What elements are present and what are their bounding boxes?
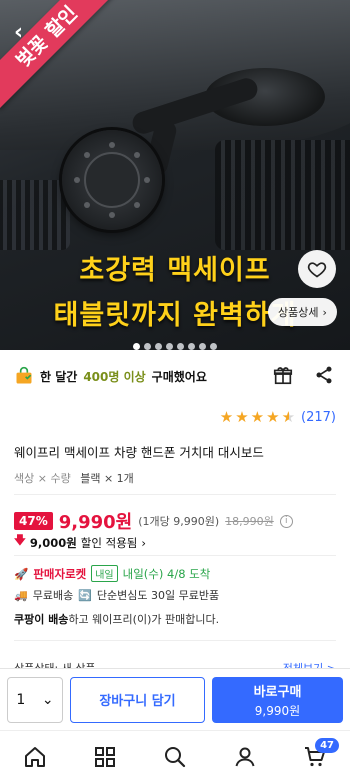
star-icon: ★ (219, 408, 234, 426)
product-title: 웨이프리 맥세이프 차량 핸드폰 거치대 대시보드 (14, 445, 264, 460)
delivery-row: 🚀 판매자로켓 내일 내일(수) 4/8 도착 (14, 565, 210, 582)
seller-rocket-label: 판매자로켓 (33, 566, 87, 581)
rating-summary[interactable]: ★ ★ ★ ★ ★ (217) (220, 408, 336, 426)
info-icon[interactable]: i (279, 514, 293, 528)
quantity-value: 1 (16, 691, 26, 708)
quantity-select[interactable]: 1 ⌄ (7, 676, 63, 723)
share-icon (316, 366, 332, 384)
carousel-dot[interactable] (155, 343, 162, 350)
unit-price: (1개당 9,990원) (138, 515, 220, 528)
buyers-prefix: 한 달간 (40, 369, 78, 384)
selected-option[interactable]: 색상 × 수량 블랙 × 1개 (14, 470, 134, 486)
buyers-count: 400명 이상 (83, 369, 146, 384)
divider (14, 494, 336, 495)
discount-text: 할인 적용됨 (80, 535, 138, 550)
original-price: 18,990원 (225, 515, 274, 528)
nav-search[interactable] (155, 737, 195, 777)
carousel-dot[interactable] (210, 343, 217, 350)
chevron-right-icon: › (141, 535, 146, 550)
buy-now-price: 9,990원 (254, 703, 301, 718)
option-value: 블랙 × 1개 (80, 472, 134, 485)
price-row: 47% 9,990원 (1개당 9,990원) 18,990원 i (14, 508, 293, 534)
star-icon: ★ (235, 408, 249, 426)
product-page: 초강력 맥세이프 태블릿까지 완벽하게 벚꽃 할인 ‹ 상품상세 › 한 달간 … (0, 0, 350, 782)
mount-center-graphic (84, 152, 140, 208)
buy-now-label: 바로구매 (253, 684, 302, 700)
gift-share-button[interactable] (272, 364, 294, 390)
home-icon (25, 746, 45, 767)
down-arrow-icon: 🡇 (14, 533, 26, 547)
air-vent-graphic (0, 180, 70, 250)
truck-icon: 🚚 (14, 588, 28, 602)
star-icon: ★ (266, 408, 280, 426)
purchase-action-bar: 1 ⌄ 장바구니 담기 바로구매 9,990원 (0, 668, 350, 730)
buyers-suffix: 구매했어요 (151, 369, 207, 384)
bottom-navigation: 47 (0, 730, 350, 782)
carousel-dot[interactable] (133, 343, 140, 350)
discount-detail-row[interactable]: 🡇 9,000원 할인 적용됨 › (14, 533, 146, 552)
review-count[interactable]: (217) (301, 410, 336, 425)
wishlist-heart-button[interactable] (298, 250, 336, 288)
divider (14, 640, 336, 641)
product-image-carousel[interactable]: 초강력 맥세이프 태블릿까지 완벽하게 벚꽃 할인 ‹ 상품상세 › (0, 0, 350, 350)
nav-cart[interactable]: 47 (295, 737, 339, 777)
arrival-date: 내일(수) 4/8 도착 (122, 566, 211, 581)
half-star-icon: ★ (281, 408, 296, 426)
carousel-dots (0, 335, 350, 350)
search-icon (165, 746, 186, 767)
back-chevron-icon[interactable]: ‹ (14, 20, 23, 45)
free-shipping: 무료배송 (32, 589, 74, 602)
cart-count-badge: 47 (315, 737, 339, 753)
star-icon: ★ (250, 408, 265, 426)
magsafe-mount-graphic (62, 130, 162, 230)
carousel-dot[interactable] (188, 343, 195, 350)
sale-price: 9,990원 (58, 512, 133, 533)
share-button[interactable] (314, 364, 334, 390)
shipping-row: 🚚 무료배송 🔄 단순변심도 30일 무료반품 (14, 587, 219, 603)
tomorrow-badge: 내일 (91, 565, 118, 582)
nav-home[interactable] (15, 737, 55, 777)
seller-info: 쿠팡이 배송하고 웨이프리(이)가 판매합니다. (14, 611, 219, 627)
add-to-cart-button[interactable]: 장바구니 담기 (70, 676, 205, 723)
gift-icon (273, 367, 293, 385)
divider (14, 555, 336, 556)
discount-amount: 9,000원 (29, 535, 77, 550)
rocket-icon: 🚀 (14, 566, 29, 581)
seller-bold: 쿠팡이 배송 (14, 613, 69, 626)
carousel-dot[interactable] (144, 343, 151, 350)
return-icon: 🔄 (78, 588, 92, 602)
chevron-right-icon: › (322, 305, 327, 319)
nav-my-account[interactable] (225, 737, 265, 777)
discount-badge: 47% (14, 512, 53, 530)
seller-rest: 하고 웨이프리(이)가 판매합니다. (68, 613, 220, 626)
grid-icon (95, 746, 115, 767)
nav-categories[interactable] (85, 737, 125, 777)
product-detail-button[interactable]: 상품상세 › (268, 298, 337, 326)
product-detail-label: 상품상세 (278, 306, 319, 319)
air-vent-graphic (215, 140, 350, 250)
shopping-bag-icon (16, 366, 32, 384)
carousel-dot[interactable] (199, 343, 206, 350)
carousel-dot[interactable] (166, 343, 173, 350)
free-return: 단순변심도 30일 무료반품 (96, 589, 220, 602)
purchase-count-row: 한 달간 400명 이상 구매했어요 (14, 366, 207, 386)
carousel-dot[interactable] (177, 343, 184, 350)
buy-now-button[interactable]: 바로구매 9,990원 (212, 676, 343, 723)
option-label: 색상 × 수량 (14, 472, 71, 485)
user-icon (235, 747, 255, 766)
heart-icon (307, 262, 327, 278)
chevron-down-icon: ⌄ (41, 691, 54, 708)
